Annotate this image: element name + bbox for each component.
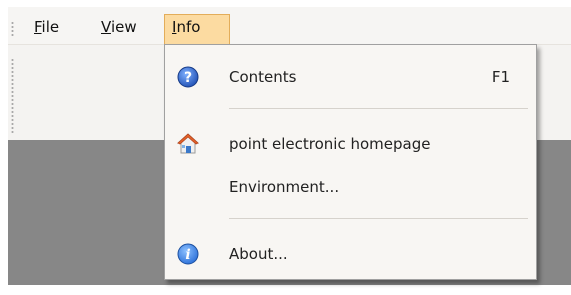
menu-separator — [229, 108, 528, 109]
svg-text:i: i — [185, 247, 190, 263]
menu-file[interactable]: File — [27, 15, 66, 39]
home-icon — [176, 133, 200, 155]
menu-view[interactable]: View — [94, 15, 144, 39]
menu-info-rest: nfo — [176, 18, 201, 36]
info-dropdown-menu: ? Contents F1 point electronic homepage … — [164, 44, 537, 280]
svg-text:?: ? — [184, 70, 192, 86]
menuitem-contents-label: Contents — [229, 68, 297, 86]
toolbar-grip[interactable] — [11, 58, 14, 134]
menu-view-mnemonic: V — [101, 18, 111, 36]
info-icon: i — [177, 243, 199, 265]
menuitem-homepage[interactable]: point electronic homepage — [165, 124, 536, 164]
application-window: File View Info ? Contents F1 point elect… — [0, 0, 571, 295]
menu-view-rest: iew — [110, 18, 137, 36]
menu-separator — [229, 218, 528, 219]
menuitem-contents[interactable]: ? Contents F1 — [165, 57, 536, 97]
menu-bar: File View Info — [8, 7, 571, 52]
menuitem-environment-label: Environment... — [229, 178, 340, 196]
menu-file-rest: ile — [41, 18, 60, 36]
menuitem-environment[interactable]: Environment... — [165, 167, 536, 207]
menuitem-about-label: About... — [229, 245, 288, 263]
menuitem-contents-shortcut: F1 — [491, 68, 510, 86]
menubar-grip[interactable] — [11, 21, 14, 37]
menuitem-homepage-label: point electronic homepage — [229, 135, 431, 153]
help-icon: ? — [177, 66, 199, 88]
menuitem-about[interactable]: i About... — [165, 234, 536, 274]
menu-file-mnemonic: F — [34, 18, 42, 36]
